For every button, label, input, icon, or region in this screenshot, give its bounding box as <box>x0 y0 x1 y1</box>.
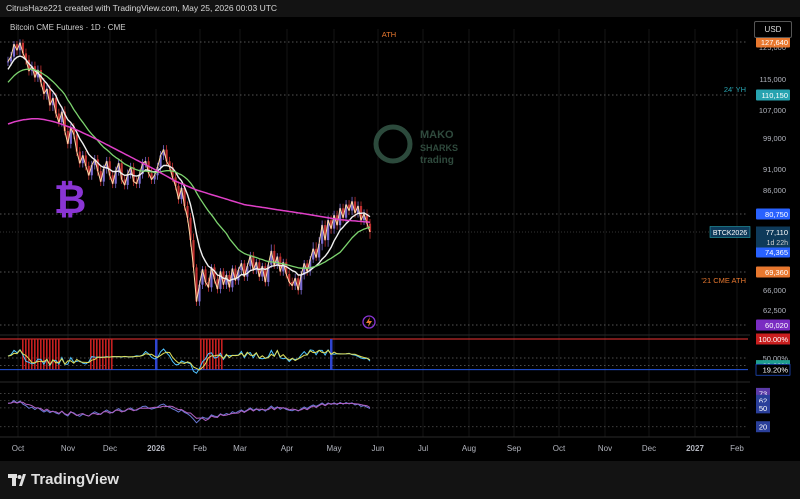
series-line-price <box>7 42 371 302</box>
x-axis-tick-label: Nov <box>598 444 612 453</box>
signal-bar <box>155 339 158 370</box>
overbought-bar <box>99 339 101 370</box>
overbought-bar <box>215 339 217 370</box>
y-axis-tick-label: 99,000 <box>763 134 786 143</box>
watermark-text: MAKO <box>420 129 454 141</box>
y-axis-tick-label: 62,500 <box>763 306 786 315</box>
y-axis-tick-label: 86,000 <box>763 186 786 195</box>
y-axis-tick-label: 115,000 <box>759 75 786 84</box>
x-axis-tick-label: Dec <box>642 444 656 453</box>
overbought-bar <box>96 339 98 370</box>
y-axis-tick-label: 66,000 <box>763 286 786 295</box>
symbol-title: Bitcoin CME Futures · 1D · CME <box>10 23 126 32</box>
alert-icon <box>366 317 372 327</box>
tradingview-logo[interactable]: TradingView <box>8 471 119 488</box>
yh-annotation: 24' YH <box>724 85 746 94</box>
overbought-bar <box>28 339 30 370</box>
overbought-bar <box>25 339 27 370</box>
overbought-bar <box>102 339 104 370</box>
y-axis-tick-label: 107,000 <box>759 106 786 115</box>
x-axis-tick-label: 2027 <box>686 444 704 453</box>
x-axis-tick-label: Feb <box>730 444 744 453</box>
footer-bar: TradingView <box>0 461 800 499</box>
oscillator2-level-label: 20 <box>759 423 767 432</box>
overbought-bar <box>40 339 42 370</box>
x-axis-tick-label: Mar <box>233 444 247 453</box>
mako-sharks-logo-icon <box>373 124 413 164</box>
chart-svg[interactable]: MAKO SHARKS trading ₿ ATH 24' YH '21 CME ATH 12… <box>0 17 800 461</box>
price-badge-label: 60,020 <box>765 321 788 330</box>
tradingview-logo-text: TradingView <box>31 471 120 488</box>
oscillator-line-slow <box>7 349 371 371</box>
overbought-bar <box>105 339 107 370</box>
overbought-bar <box>209 339 211 370</box>
symbol-badge-label: BTCK2026 <box>713 230 747 237</box>
x-axis-tick-label: Nov <box>61 444 75 453</box>
series-line-sma-mid <box>7 68 371 269</box>
x-axis-tick-label: Feb <box>193 444 207 453</box>
series-line-sma-short <box>7 55 371 282</box>
price-badge-label: 127,640 <box>761 38 788 47</box>
overbought-bar <box>52 339 54 370</box>
x-axis-tick-label: May <box>326 444 341 453</box>
watermark-text: trading <box>420 155 454 166</box>
last-price-label: 77,110 <box>766 228 788 237</box>
overbought-bar <box>46 339 48 370</box>
overbought-bar <box>31 339 33 370</box>
credit-text: CitrusHaze221 created with TradingView.c… <box>6 3 278 13</box>
overbought-bar <box>111 339 113 370</box>
y-axis-tick-label: 91,000 <box>763 165 786 174</box>
countdown-label: 1d 22h <box>767 240 789 247</box>
overbought-bar <box>55 339 57 370</box>
x-axis-tick-label: Oct <box>553 444 566 453</box>
oscillator2-signal <box>7 401 371 422</box>
overbought-bar <box>93 339 95 370</box>
credit-bar: CitrusHaze221 created with TradingView.c… <box>0 0 800 17</box>
x-axis-tick-label: Jul <box>418 444 428 453</box>
overbought-bar <box>37 339 39 370</box>
oscillator2-level-label: 50 <box>759 404 767 413</box>
cme-ath-annotation: '21 CME ATH <box>701 276 746 285</box>
price-badge-label: 80,750 <box>765 210 788 219</box>
x-axis-tick-label: Aug <box>462 444 476 453</box>
x-axis-tick-label: Oct <box>12 444 25 453</box>
x-axis-tick-label: Apr <box>281 444 294 453</box>
x-axis-tick-label: Dec <box>103 444 117 453</box>
watermark-text: SHARKS <box>420 143 458 153</box>
bitcoin-icon: ₿ <box>54 178 87 222</box>
price-badge-label: 110,150 <box>761 91 788 100</box>
overbought-bar <box>34 339 36 370</box>
oscillator-level-label: 100.00% <box>758 335 788 344</box>
candle-body <box>6 61 10 63</box>
x-axis-tick-label: Sep <box>507 444 522 453</box>
x-axis-tick-label: Jun <box>372 444 385 453</box>
overbought-bar <box>108 339 110 370</box>
price-badge-label: 74,365 <box>765 248 788 257</box>
tradingview-logo-icon <box>8 473 26 487</box>
overbought-bar <box>206 339 208 370</box>
oscillator-level-label: 19.20% <box>763 366 789 375</box>
chart-area[interactable]: MAKO SHARKS trading ₿ ATH 24' YH '21 CME ATH 12… <box>0 17 800 461</box>
price-badge-label: 69,360 <box>765 268 788 277</box>
currency-button[interactable]: USD <box>754 21 792 38</box>
overbought-bar <box>90 339 92 370</box>
x-axis-tick-label: 2026 <box>147 444 165 453</box>
ath-annotation: ATH <box>382 30 396 39</box>
